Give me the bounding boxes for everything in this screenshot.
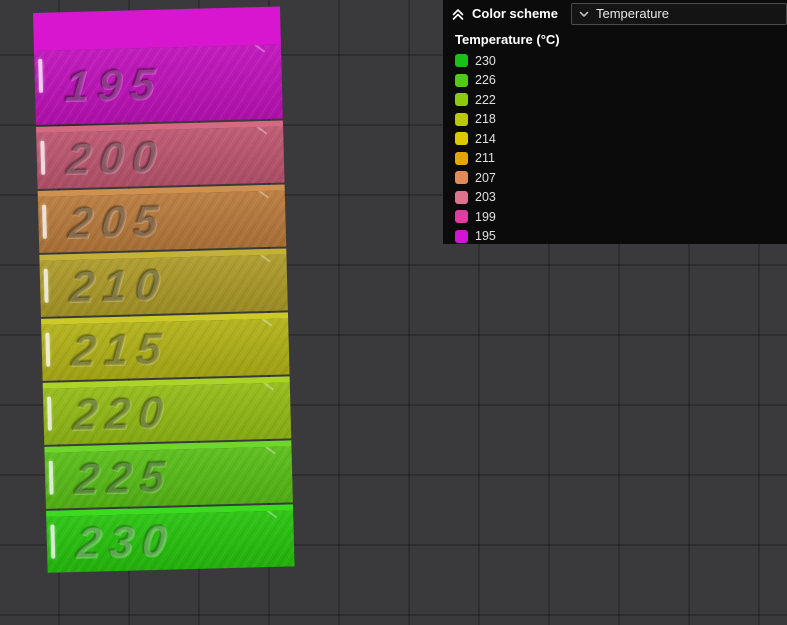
legend-item-value: 195 [475,229,496,244]
color-swatch [455,190,468,204]
color-swatch [455,112,468,126]
legend-item: 226 [455,71,787,91]
tower-block: 225 [44,440,293,509]
legend-item-value: 211 [475,151,495,166]
legend-subtitle: Temperature (°C) [455,32,560,47]
tower-block-label: 195 [63,59,165,112]
color-swatch [455,229,468,243]
tower-block-label: 210 [68,260,170,313]
legend-item: 218 [455,110,787,130]
color-swatch [455,210,468,224]
tower-block: 230 [46,504,295,573]
legend-item-value: 214 [475,131,496,146]
legend-header: Color scheme Temperature [443,0,787,27]
legend-list: 230 226 222 218 214 211 207 203 199 195 [443,51,787,246]
legend-item-value: 230 [475,53,496,68]
chevron-down-icon [578,8,590,20]
legend-item-value: 218 [475,112,496,127]
tower-block-top [33,6,281,51]
color-swatch [455,73,468,87]
color-scheme-selected-value: Temperature [596,6,669,21]
tower-block-face: 210 [39,254,288,317]
temperature-tower: 195 200 205 210 215 220 225 230 [33,6,295,575]
collapse-double-chevron-up-icon[interactable] [451,7,465,21]
legend-item: 211 [455,149,787,169]
legend-item: 207 [455,168,787,188]
tower-block-face: 200 [36,126,285,189]
legend-item: 203 [455,188,787,208]
legend-item: 195 [455,227,787,247]
color-scheme-dropdown[interactable]: Temperature [571,2,787,25]
tower-block-face: 225 [44,446,293,509]
tower-block-face: 215 [41,318,290,381]
color-swatch [455,93,468,107]
tower-block-face: 205 [37,190,287,253]
tower-block: 210 [39,248,288,317]
legend-item: 222 [455,90,787,110]
tower-block-label: 200 [64,132,167,185]
legend-item: 199 [455,207,787,227]
tower-block: 205 [37,184,287,253]
tower-block: 200 [35,120,285,189]
tower-block: 195 [33,6,283,125]
tower-block: 215 [41,312,290,381]
legend-title: Color scheme [472,6,558,21]
tower-block-label: 205 [66,196,168,249]
tower-block: 220 [42,376,292,445]
color-swatch [455,54,468,68]
tower-block-face: 220 [42,382,292,445]
legend-panel: Color scheme Temperature Temperature (°C… [443,0,787,244]
color-swatch [455,151,468,165]
legend-item-value: 199 [475,209,496,224]
tower-block-label: 220 [71,388,173,441]
color-swatch [455,171,468,185]
tower-block-face: 230 [46,510,295,573]
tower-block-face: 195 [33,44,283,125]
tower-block-label: 230 [75,516,177,569]
legend-item-value: 222 [475,92,496,107]
legend-item-value: 207 [475,170,496,185]
legend-item: 230 [455,51,787,71]
legend-item-value: 226 [475,73,496,88]
legend-item: 214 [455,129,787,149]
color-swatch [455,132,468,146]
3d-viewport[interactable]: 195 200 205 210 215 220 225 230 Color sc… [0,0,787,625]
tower-block-label: 225 [73,452,175,505]
tower-block-label: 215 [69,324,172,377]
legend-item-value: 203 [475,190,496,205]
